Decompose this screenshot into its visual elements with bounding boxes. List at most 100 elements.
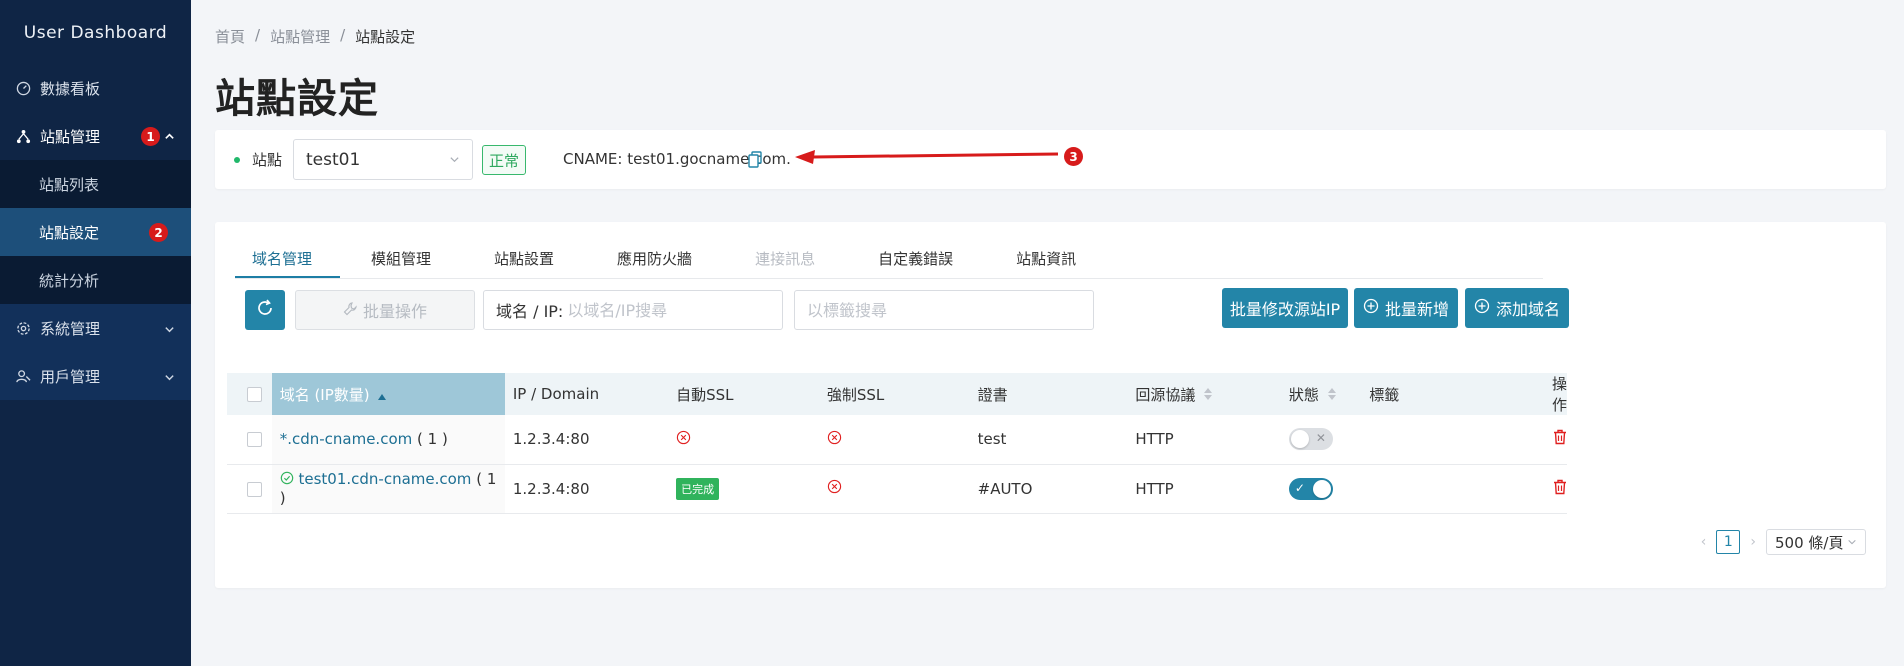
breadcrumb-current: 站點設定 — [355, 28, 416, 46]
gear-icon — [14, 319, 32, 337]
sidebar-item-statistics[interactable]: 統計分析 — [0, 256, 191, 304]
sidebar-item-system-management[interactable]: 系統管理 — [0, 304, 191, 352]
protocol-cell: HTTP — [1135, 479, 1174, 498]
copy-icon[interactable] — [748, 151, 762, 172]
column-header-domain[interactable]: 域名 (IP數量) — [271, 373, 505, 415]
batch-edit-origin-ip-button[interactable]: 批量修改源站IP — [1222, 288, 1348, 328]
main-content: 首頁 / 站點管理 / 站點設定 站點設定 站點 test01 正常 CNAME… — [191, 0, 1904, 666]
column-header-force-ssl: 強制SSL — [826, 385, 885, 404]
chevron-left-icon[interactable]: ‹ — [1701, 534, 1707, 550]
error-circle-icon — [676, 430, 691, 449]
table-header-row: 域名 (IP數量) IP / Domain 自動SSL 強制SSL 證書 回源協… — [227, 373, 1567, 415]
annotation-badge-2: 2 — [149, 223, 168, 242]
batch-add-button[interactable]: 批量新增 — [1354, 288, 1458, 328]
column-header-tag: 標籤 — [1369, 385, 1400, 404]
error-circle-icon — [827, 430, 842, 449]
sort-icon — [1204, 386, 1213, 404]
select-all-checkbox[interactable] — [247, 387, 262, 402]
page-size-value: 500 條/頁 — [1775, 533, 1844, 552]
sidebar-item-site-settings[interactable]: 站點設定 2 — [0, 208, 191, 256]
ssl-done-badge: 已完成 — [676, 477, 720, 500]
force-ssl-cell — [819, 415, 970, 464]
trash-icon[interactable] — [1553, 430, 1567, 449]
add-domain-button[interactable]: 添加域名 — [1465, 288, 1569, 328]
status-dot — [234, 157, 240, 163]
status-toggle[interactable]: ✓ — [1288, 477, 1333, 500]
sidebar: User Dashboard 數據看板 站點管理 1 站點列表 站點設定 2 統… — [0, 0, 191, 666]
domain-card: 域名管理 模組管理 站點設置 應用防火牆 連接訊息 自定義錯誤 站點資訊 批量操… — [215, 222, 1886, 588]
error-circle-icon — [827, 479, 842, 498]
protocol-cell: HTTP — [1135, 430, 1174, 449]
ip-cell: 1.2.3.4:80 — [512, 430, 590, 449]
domain-table: 域名 (IP數量) IP / Domain 自動SSL 強制SSL 證書 回源協… — [227, 373, 1567, 514]
tag-cell — [1361, 415, 1531, 464]
domain-search-prefix: 域名 / IP: — [496, 302, 564, 321]
row-checkbox[interactable] — [247, 481, 262, 497]
sort-asc-icon — [378, 386, 387, 404]
dashboard-icon — [14, 79, 32, 97]
domain-search-field[interactable]: 域名 / IP: — [483, 290, 783, 330]
sitemap-icon — [14, 127, 32, 145]
domain-search-input[interactable] — [567, 300, 768, 320]
column-header-label: 狀態 — [1288, 385, 1319, 404]
row-checkbox[interactable] — [247, 432, 262, 448]
chevron-down-icon — [1847, 533, 1857, 551]
plus-circle-icon — [1474, 298, 1490, 318]
sidebar-item-dashboard[interactable]: 數據看板 — [0, 64, 191, 112]
sidebar-item-user-management[interactable]: 用戶管理 — [0, 352, 191, 400]
actions-cell — [1531, 464, 1567, 513]
refresh-button[interactable] — [245, 290, 285, 330]
chevron-right-icon[interactable]: › — [1750, 534, 1756, 550]
batch-edit-origin-ip-label: 批量修改源站IP — [1229, 300, 1341, 319]
column-header-status[interactable]: 狀態 — [1281, 373, 1361, 415]
batch-operation-label: 批量操作 — [362, 302, 427, 321]
breadcrumb-home[interactable]: 首頁 — [215, 26, 245, 47]
tag-search-input[interactable] — [807, 300, 1007, 320]
auto-ssl-cell — [668, 415, 819, 464]
site-select[interactable]: test01 — [293, 139, 473, 180]
column-header-actions: 操作 — [1551, 375, 1567, 414]
sidebar-item-site-list[interactable]: 站點列表 — [0, 160, 191, 208]
chevron-down-icon — [164, 369, 175, 387]
sidebar-item-site-management[interactable]: 站點管理 1 — [0, 112, 191, 160]
tag-search-field[interactable] — [794, 290, 1094, 330]
annotation-badge-3: 3 — [1064, 147, 1083, 166]
breadcrumb-separator: / — [340, 26, 346, 44]
toggle-knob — [1290, 430, 1309, 449]
app-title: User Dashboard — [23, 23, 168, 43]
close-icon: ✕ — [1315, 431, 1326, 446]
batch-operation-button[interactable]: 批量操作 — [295, 290, 475, 330]
status-cell: ✕ — [1281, 415, 1361, 464]
status-toggle[interactable]: ✕ — [1288, 428, 1333, 451]
column-header-ip: IP / Domain — [512, 385, 600, 403]
ip-count: ( 1 ) — [417, 430, 448, 449]
chevron-down-icon — [164, 321, 175, 339]
add-domain-label: 添加域名 — [1495, 300, 1560, 319]
check-icon: ✓ — [1294, 480, 1305, 495]
page-size-select[interactable]: 500 條/頁 — [1766, 529, 1866, 555]
sidebar-submenu: 站點列表 站點設定 2 統計分析 — [0, 160, 191, 304]
column-header-protocol[interactable]: 回源協議 — [1127, 373, 1281, 415]
domain-link[interactable]: test01.cdn-cname.com — [298, 470, 471, 488]
table-row: *.cdn-cname.com ( 1 ) 1.2.3.4:80 test HT… — [227, 415, 1567, 464]
breadcrumb-separator: / — [255, 26, 261, 44]
breadcrumb-section[interactable]: 站點管理 — [270, 26, 330, 47]
chevron-down-icon — [449, 150, 460, 170]
sidebar-item-label: 用戶管理 — [40, 367, 101, 386]
column-header-label: 回源協議 — [1135, 385, 1196, 404]
domain-link[interactable]: *.cdn-cname.com — [280, 430, 413, 448]
trash-icon[interactable] — [1553, 479, 1567, 499]
page-button[interactable]: 1 — [1716, 530, 1741, 554]
cert-cell: #AUTO — [977, 479, 1033, 498]
user-icon — [14, 367, 32, 385]
tag-cell — [1361, 464, 1531, 513]
column-header-auto-ssl: 自動SSL — [676, 385, 734, 404]
annotation-arrow-icon — [795, 150, 1059, 164]
refresh-icon — [255, 298, 275, 322]
tab-divider — [235, 278, 1543, 279]
annotation-badge-1: 1 — [141, 127, 160, 146]
page-title: 站點設定 — [215, 76, 379, 122]
chevron-up-icon — [164, 128, 175, 146]
domain-cell: *.cdn-cname.com ( 1 ) — [271, 415, 505, 464]
column-header-label: 域名 (IP數量) — [279, 385, 370, 404]
